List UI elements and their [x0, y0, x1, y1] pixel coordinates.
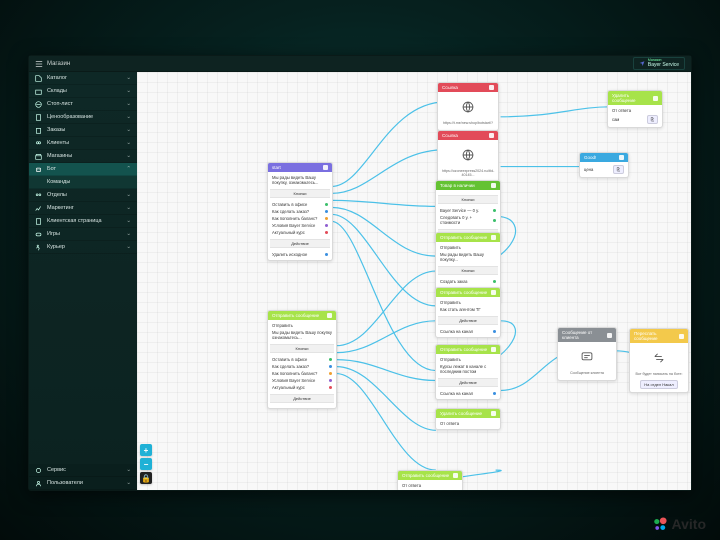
node-forward-message[interactable]: Переслать сообщение Вот будет написать н… — [629, 328, 689, 393]
sidebar-item-warehouses[interactable]: Склады⌄ — [29, 85, 137, 98]
airplane-icon — [639, 60, 645, 68]
node-delete-message-1[interactable]: Удалить сообщение От ответа сам⎘ — [607, 90, 663, 128]
sidebar-item-clientpage[interactable]: Клиентская страница⌄ — [29, 215, 137, 228]
menu-icon[interactable] — [35, 60, 43, 68]
topbar: Магазин Магазин Bayer Service — [29, 56, 691, 72]
sidebar-item-shops[interactable]: Магазины⌄ — [29, 150, 137, 163]
sidebar-item-stoplist[interactable]: Стоп-лист⌄ — [29, 98, 137, 111]
chat-icon — [578, 348, 596, 366]
sidebar-item-users[interactable]: Пользователи⌄ — [29, 477, 137, 490]
node-link-1[interactable]: Ссылка https://t.me/new.shop/botstart/? — [437, 82, 499, 131]
node-send-message-2[interactable]: Отправить сообщение Отправить Как стать … — [435, 287, 501, 338]
node-send-message-5[interactable]: Отправить сообщение Отправить Мы рады ви… — [267, 310, 337, 409]
sidebar-item-departments[interactable]: Отделы⌄ — [29, 189, 137, 202]
sidebar-item-orders[interactable]: Заказы⌄ — [29, 124, 137, 137]
flow-canvas[interactable]: start Мы рады видеть Вашу покупку, ознак… — [137, 72, 691, 490]
node-send-message-4[interactable]: Удалить сообщение От ответа — [435, 408, 501, 430]
sidebar-item-courier[interactable]: Курьер⌄ — [29, 241, 137, 254]
chevron-down-icon: ⌄ — [126, 75, 131, 81]
avito-logo-icon — [652, 516, 668, 532]
node-good[interactable]: Good! цена⎘ — [579, 152, 629, 178]
node-badge-icon — [323, 165, 328, 170]
page-title: Магазин — [47, 61, 70, 67]
sidebar-item-pricing[interactable]: Ценообразование⌄ — [29, 111, 137, 124]
chevron-up-icon: ⌃ — [126, 166, 131, 172]
node-link-2[interactable]: Ссылка https://ozoneexpress2024.ru/#id-4… — [437, 130, 499, 183]
node-send-message-6[interactable]: Отправить сообщение От ответа — [397, 470, 463, 490]
sidebar-item-commands[interactable]: Команды — [29, 176, 137, 189]
globe-icon — [459, 146, 477, 164]
canvas-grid — [137, 72, 691, 490]
sidebar-item-bot[interactable]: Бот⌃ — [29, 163, 137, 176]
avito-watermark: Avito — [652, 516, 706, 532]
zoom-out-button[interactable]: − — [140, 458, 152, 470]
zoom-in-button[interactable]: + — [140, 444, 152, 456]
sidebar-item-clients[interactable]: Клиенты⌄ — [29, 137, 137, 150]
sidebar-item-games[interactable]: Игры⌄ — [29, 228, 137, 241]
globe-icon — [459, 98, 477, 116]
sidebar-item-marketing[interactable]: Маркетинг⌄ — [29, 202, 137, 215]
app-window: Магазин Магазин Bayer Service Каталог⌄ С… — [28, 55, 692, 491]
node-send-message-3[interactable]: Отправить сообщение Отправить Курсы лежа… — [435, 344, 501, 400]
sidebar-item-service[interactable]: Сервис⌄ — [29, 464, 137, 477]
shop-name: Bayer Service — [648, 62, 679, 68]
shop-selector[interactable]: Магазин Bayer Service — [633, 57, 685, 70]
sidebar: Каталог⌄ Склады⌄ Стоп-лист⌄ Ценообразова… — [29, 72, 137, 490]
sidebar-item-catalog[interactable]: Каталог⌄ — [29, 72, 137, 85]
lock-view-button[interactable]: 🔒 — [140, 472, 152, 484]
zoom-controls: + − 🔒 — [140, 444, 152, 484]
swap-icon — [650, 349, 668, 367]
node-client-message[interactable]: Сообщение от клиента Сообщение клиента — [557, 327, 617, 381]
node-start[interactable]: start Мы рады видеть Вашу покупку, ознак… — [267, 162, 333, 261]
